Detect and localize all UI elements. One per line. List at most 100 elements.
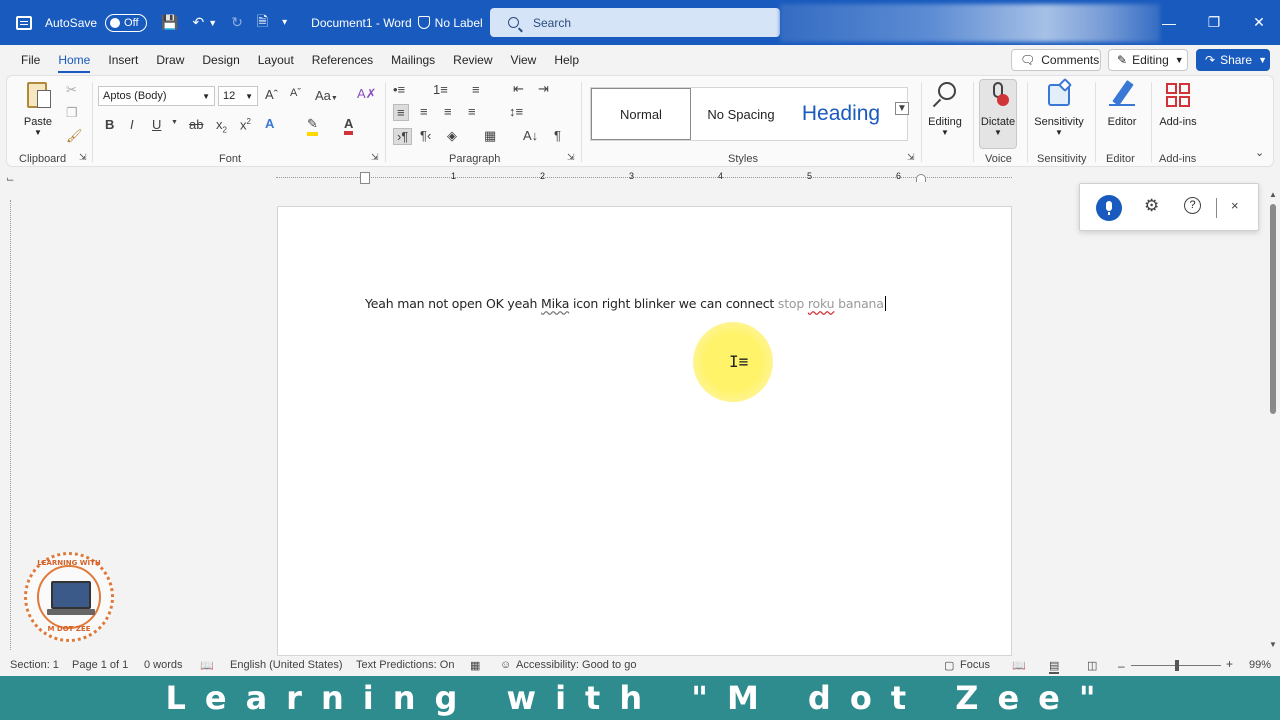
superscript-icon[interactable]: x2 bbox=[240, 117, 251, 132]
editing-mode-button[interactable]: ✎ Editing ▼ bbox=[1108, 49, 1188, 71]
print-layout-icon[interactable]: ▤ bbox=[1049, 659, 1060, 674]
tab-file[interactable]: File bbox=[12, 45, 49, 75]
word-count[interactable]: 0 words bbox=[144, 659, 183, 671]
dialog-launcher-icon[interactable]: ⇲ bbox=[79, 152, 87, 163]
close-icon[interactable]: × bbox=[1231, 198, 1239, 213]
dictate-button[interactable]: Dictate ▼ bbox=[977, 80, 1019, 137]
chevron-down-icon[interactable]: ▼ bbox=[171, 119, 178, 126]
web-layout-icon[interactable]: ◫ bbox=[1087, 659, 1097, 672]
section-indicator[interactable]: Section: 1 bbox=[10, 659, 59, 671]
cut-icon[interactable]: ✂ bbox=[66, 82, 77, 98]
collapse-ribbon-icon[interactable]: ⌄ bbox=[1255, 146, 1264, 159]
dialog-launcher-icon[interactable]: ⇲ bbox=[371, 152, 379, 163]
save-icon[interactable]: 💾 bbox=[161, 14, 178, 31]
dialog-launcher-icon[interactable]: ⇲ bbox=[567, 152, 575, 163]
undo-icon[interactable]: ↶ bbox=[192, 14, 204, 31]
autosave[interactable]: AutoSave Off bbox=[45, 13, 148, 32]
scrollbar-thumb[interactable] bbox=[1270, 204, 1276, 414]
zoom-slider-thumb[interactable] bbox=[1175, 660, 1179, 671]
zoom-level[interactable]: 99% bbox=[1249, 659, 1271, 671]
tab-references[interactable]: References bbox=[303, 45, 382, 75]
redo-icon[interactable]: ↻ bbox=[231, 14, 243, 31]
tab-help[interactable]: Help bbox=[545, 45, 588, 75]
highlight-color-icon[interactable]: ✎ bbox=[307, 116, 318, 136]
editing-button[interactable]: Editing ▼ bbox=[925, 80, 965, 137]
shading-icon[interactable]: ◈ bbox=[447, 128, 457, 144]
subscript-icon[interactable]: x2 bbox=[216, 117, 227, 135]
style-normal[interactable]: Normal bbox=[591, 88, 691, 140]
help-icon[interactable]: ? bbox=[1184, 197, 1201, 214]
zoom-out-icon[interactable]: – bbox=[1118, 659, 1125, 673]
bold-icon[interactable]: B bbox=[105, 117, 114, 132]
font-name-combo[interactable]: Aptos (Body) ▼ bbox=[98, 86, 215, 106]
bullets-icon[interactable]: •≡ bbox=[393, 82, 405, 97]
microphone-icon[interactable] bbox=[1096, 195, 1122, 221]
tab-mailings[interactable]: Mailings bbox=[382, 45, 444, 75]
styles-more-icon[interactable]: ▼ bbox=[895, 102, 909, 115]
spelling-error-word[interactable]: roku bbox=[808, 296, 835, 311]
document-text[interactable]: Yeah man not open OK yeah Mika icon righ… bbox=[365, 296, 886, 311]
align-center-icon[interactable]: ≡ bbox=[420, 104, 428, 119]
align-right-icon[interactable]: ≡ bbox=[444, 104, 452, 119]
justify-icon[interactable]: ≡ bbox=[468, 104, 476, 119]
italic-icon[interactable]: I bbox=[130, 117, 134, 132]
clear-formatting-icon[interactable]: A✗ bbox=[357, 86, 377, 102]
text-predictions-status[interactable]: Text Predictions: On bbox=[356, 659, 454, 671]
ltr-text-icon[interactable]: ›¶ bbox=[393, 128, 413, 145]
document-page[interactable]: Yeah man not open OK yeah Mika icon righ… bbox=[277, 206, 1012, 656]
close-button[interactable]: ✕ bbox=[1236, 0, 1280, 45]
autosave-toggle[interactable]: Off bbox=[105, 13, 148, 32]
line-spacing-icon[interactable]: ↕≡ bbox=[509, 104, 523, 119]
addins-button[interactable]: Add-ins bbox=[1155, 80, 1201, 128]
flagged-word[interactable]: Mika bbox=[541, 296, 569, 311]
text-effects-icon[interactable]: A bbox=[265, 116, 274, 131]
change-case-icon[interactable]: Aa▼ bbox=[315, 88, 338, 103]
style-heading[interactable]: Heading bbox=[791, 88, 891, 140]
format-painter-icon[interactable]: 🖌 bbox=[66, 128, 83, 144]
increase-indent-icon[interactable]: ⇥ bbox=[538, 81, 549, 97]
font-color-icon[interactable]: A bbox=[344, 116, 354, 135]
vertical-scrollbar[interactable]: ▲ ▼ bbox=[1266, 186, 1280, 656]
show-formatting-icon[interactable]: ¶ bbox=[554, 128, 561, 143]
style-no-spacing[interactable]: No Spacing bbox=[695, 88, 787, 140]
tab-design[interactable]: Design bbox=[193, 45, 248, 75]
decrease-indent-icon[interactable]: ⇤ bbox=[513, 81, 524, 97]
comments-button[interactable]: 🗨 Comments bbox=[1011, 49, 1101, 71]
accessibility-status[interactable]: Accessibility: Good to go bbox=[516, 659, 636, 671]
zoom-in-icon[interactable]: + bbox=[1226, 657, 1233, 671]
right-indent-marker[interactable] bbox=[916, 174, 926, 182]
search-box[interactable]: Search bbox=[490, 8, 780, 37]
align-left-icon[interactable]: ≡ bbox=[393, 104, 409, 121]
macro-icon[interactable]: ▦ bbox=[470, 659, 480, 672]
numbering-icon[interactable]: 1≡ bbox=[433, 82, 448, 97]
tab-review[interactable]: Review bbox=[444, 45, 501, 75]
tab-view[interactable]: View bbox=[502, 45, 546, 75]
dialog-launcher-icon[interactable]: ⇲ bbox=[907, 152, 915, 163]
proofing-icon[interactable]: 📖 bbox=[200, 659, 214, 672]
sort-icon[interactable]: A↓ bbox=[523, 128, 538, 143]
read-mode-icon[interactable]: 📖 bbox=[1012, 659, 1026, 672]
tab-insert[interactable]: Insert bbox=[99, 45, 147, 75]
tab-draw[interactable]: Draw bbox=[147, 45, 193, 75]
sensitivity-label[interactable]: No Label bbox=[417, 16, 483, 30]
strikethrough-icon[interactable]: ab bbox=[189, 117, 203, 132]
undo-dropdown-icon[interactable]: ▼ bbox=[208, 18, 217, 28]
share-button[interactable]: ↷ Share ▼ bbox=[1196, 49, 1270, 71]
indent-marker[interactable] bbox=[360, 172, 370, 184]
tab-selector-icon[interactable]: ⌙ bbox=[6, 174, 14, 185]
focus-mode[interactable]: Focus bbox=[960, 659, 990, 671]
customize-toolbar-icon[interactable]: ▾ bbox=[282, 17, 287, 28]
restore-button[interactable]: ❐ bbox=[1191, 0, 1237, 45]
minimize-button[interactable]: — bbox=[1146, 0, 1192, 45]
grow-font-icon[interactable]: Aˆ bbox=[265, 87, 278, 102]
scroll-down-icon[interactable]: ▼ bbox=[1269, 640, 1277, 649]
sensitivity-button[interactable]: Sensitivity ▼ bbox=[1031, 77, 1087, 137]
underline-icon[interactable]: U bbox=[152, 117, 161, 132]
paste-button[interactable]: Paste ▼ bbox=[23, 80, 53, 137]
tab-layout[interactable]: Layout bbox=[249, 45, 303, 75]
scroll-up-icon[interactable]: ▲ bbox=[1269, 190, 1277, 199]
rtl-text-icon[interactable]: ¶‹ bbox=[420, 128, 431, 143]
tab-home[interactable]: Home bbox=[49, 45, 99, 75]
page-indicator[interactable]: Page 1 of 1 bbox=[72, 659, 128, 671]
borders-icon[interactable]: ▦ bbox=[484, 128, 496, 144]
